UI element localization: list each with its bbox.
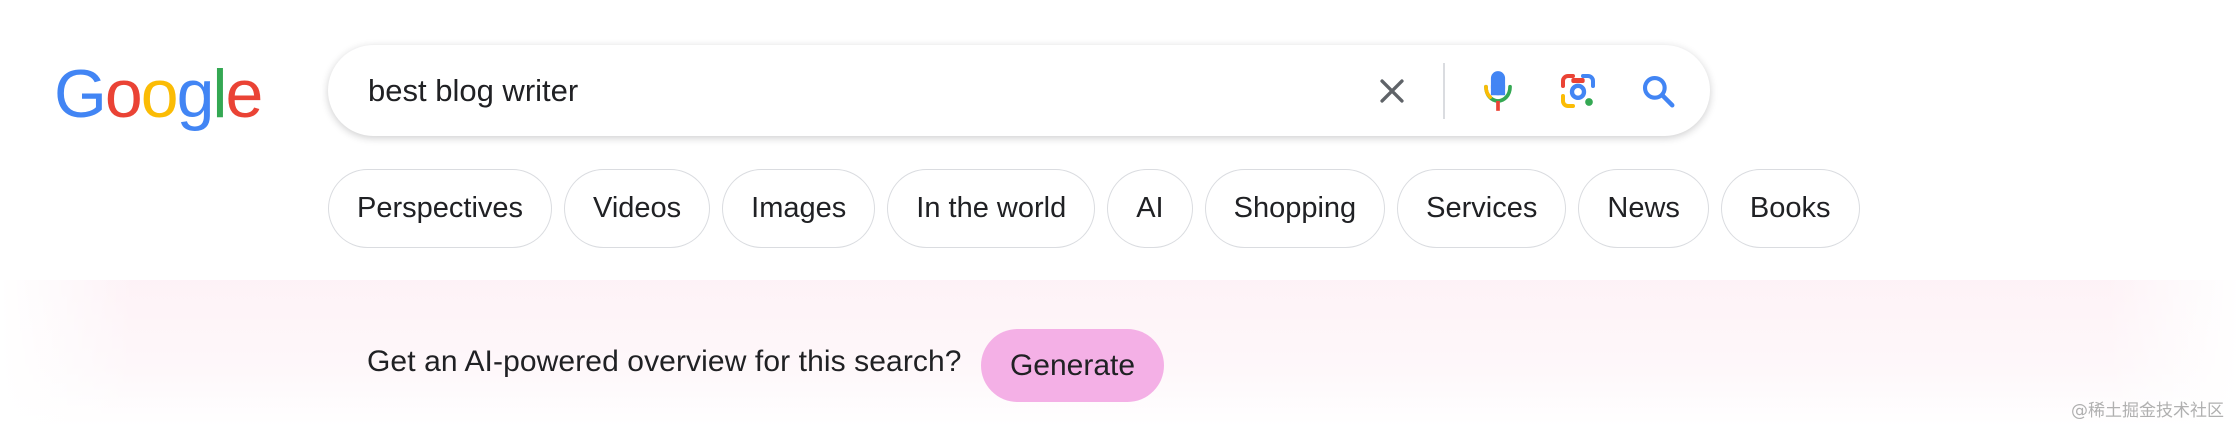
google-logo[interactable]: G o o g l e (54, 56, 264, 132)
search-bar-divider (1443, 63, 1445, 119)
chip-videos[interactable]: Videos (564, 169, 711, 248)
logo-letter: G (54, 56, 107, 132)
chip-news[interactable]: News (1578, 169, 1709, 248)
search-filter-chips: Perspectives Videos Images In the world … (328, 169, 1860, 250)
mic-icon[interactable] (1468, 45, 1528, 136)
chip-ai[interactable]: AI (1107, 169, 1193, 248)
logo-letter: e (225, 56, 264, 132)
logo-letter: o (140, 56, 179, 132)
ai-overview-prompt: Get an AI-powered overview for this sear… (367, 345, 962, 378)
logo-letter: l (212, 56, 227, 132)
logo-letter: o (104, 56, 143, 132)
logo-letter: g (176, 56, 215, 132)
search-bar (328, 45, 1710, 136)
lens-icon[interactable] (1548, 45, 1608, 136)
chip-services[interactable]: Services (1397, 169, 1567, 248)
search-icon[interactable] (1628, 45, 1688, 136)
chip-shopping[interactable]: Shopping (1204, 169, 1386, 248)
chip-in-the-world[interactable]: In the world (887, 169, 1096, 248)
watermark: @稀土掘金技术社区 (2071, 401, 2224, 421)
generate-button[interactable]: Generate (981, 329, 1164, 402)
search-input[interactable] (368, 45, 1368, 136)
close-icon[interactable] (1362, 45, 1422, 136)
chip-books[interactable]: Books (1720, 169, 1860, 248)
search-results-page: G o o g l e best blog writer Perspective… (0, 0, 2240, 426)
chip-perspectives[interactable]: Perspectives (328, 169, 553, 248)
chip-images[interactable]: Images (722, 169, 876, 248)
